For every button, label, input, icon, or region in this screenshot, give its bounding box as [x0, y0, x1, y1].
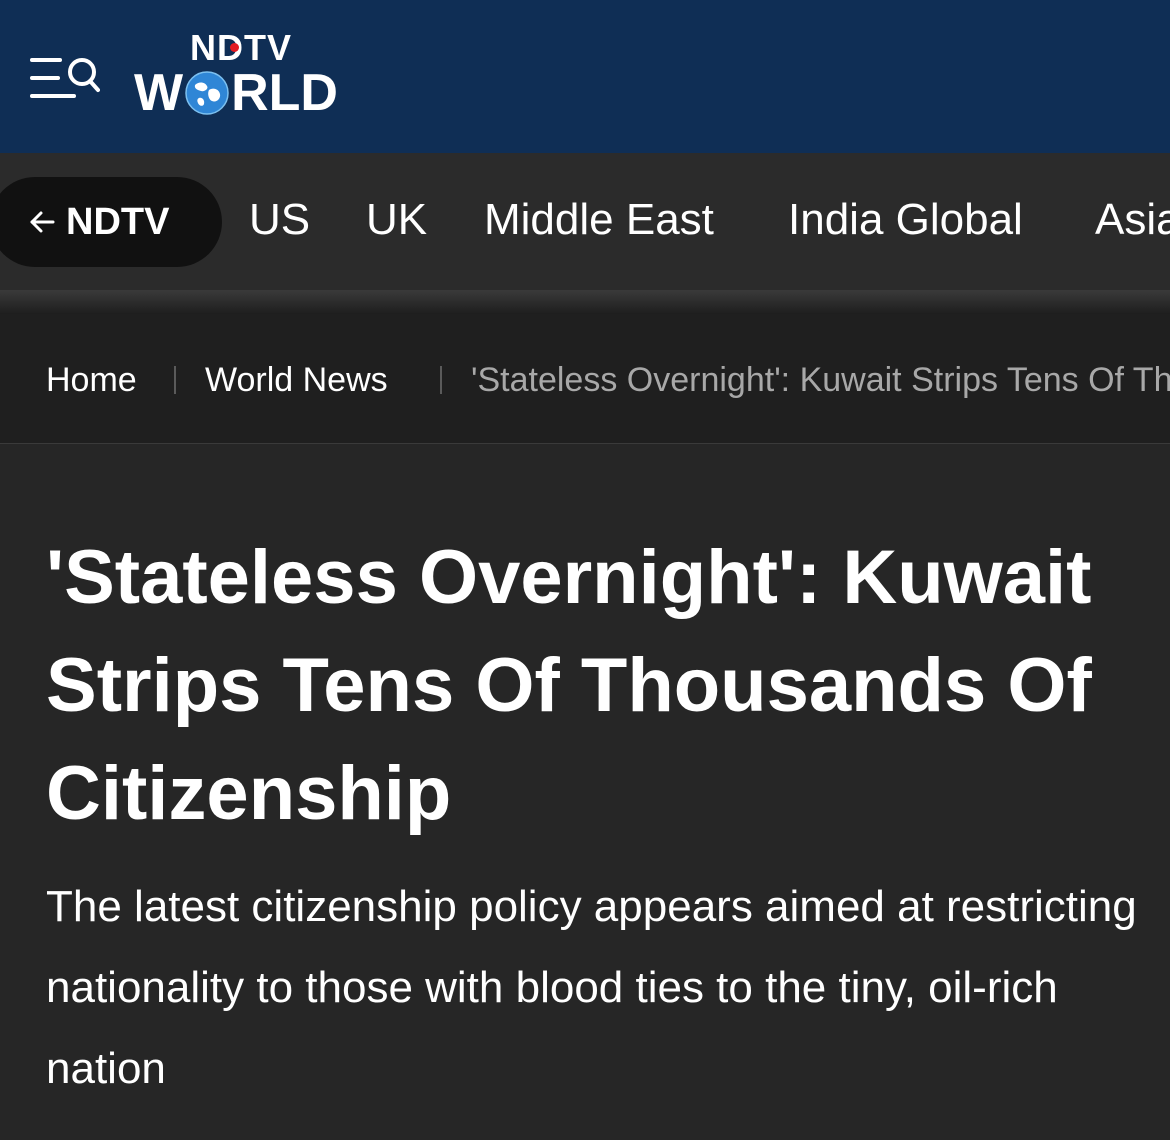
- article-summary: The latest citizenship policy appears ai…: [46, 882, 1137, 1093]
- nav-item-india-global[interactable]: India Global: [788, 195, 1023, 245]
- nav-item-middle-east[interactable]: Middle East: [484, 195, 714, 245]
- globe-icon: [185, 71, 229, 115]
- breadcrumb-current-page: 'Stateless Overnight': Kuwait Strips Ten…: [471, 361, 1170, 399]
- breadcrumb-world-news[interactable]: World News: [205, 360, 388, 400]
- logo-ndtv-text: NDTV: [190, 27, 292, 68]
- logo-world-rld: RLD: [231, 64, 338, 122]
- article-header: 'Stateless Overnight': Kuwait Strips Ten…: [0, 444, 1170, 1140]
- breadcrumb: Home World News 'Stateless Overnight': K…: [0, 314, 1170, 444]
- back-to-ndtv-button[interactable]: NDTV: [0, 177, 222, 267]
- nav-item-uk[interactable]: UK: [366, 195, 427, 245]
- nav-item-asia[interactable]: Asia: [1095, 195, 1170, 245]
- breadcrumb-separator: [440, 366, 442, 394]
- nav-item-us[interactable]: US: [249, 195, 310, 245]
- breadcrumb-home[interactable]: Home: [46, 360, 137, 400]
- nav-divider: [0, 290, 1170, 314]
- ndtv-world-logo[interactable]: NDTV W RLD: [134, 30, 404, 120]
- logo-world-text: W RLD: [134, 67, 338, 119]
- logo-world-w: W: [134, 64, 184, 122]
- menu-search-icon: [30, 58, 100, 98]
- arrow-left-icon: [30, 211, 55, 233]
- breadcrumb-separator: [174, 366, 176, 394]
- back-button-label: NDTV: [66, 200, 170, 243]
- menu-search-button[interactable]: [28, 52, 100, 104]
- section-nav: NDTV US UK Middle East India Global Asia: [0, 153, 1170, 293]
- article-headline: 'Stateless Overnight': Kuwait Strips Ten…: [46, 535, 1092, 836]
- logo-red-dot: [230, 43, 239, 52]
- site-header: NDTV W RLD: [0, 0, 1170, 153]
